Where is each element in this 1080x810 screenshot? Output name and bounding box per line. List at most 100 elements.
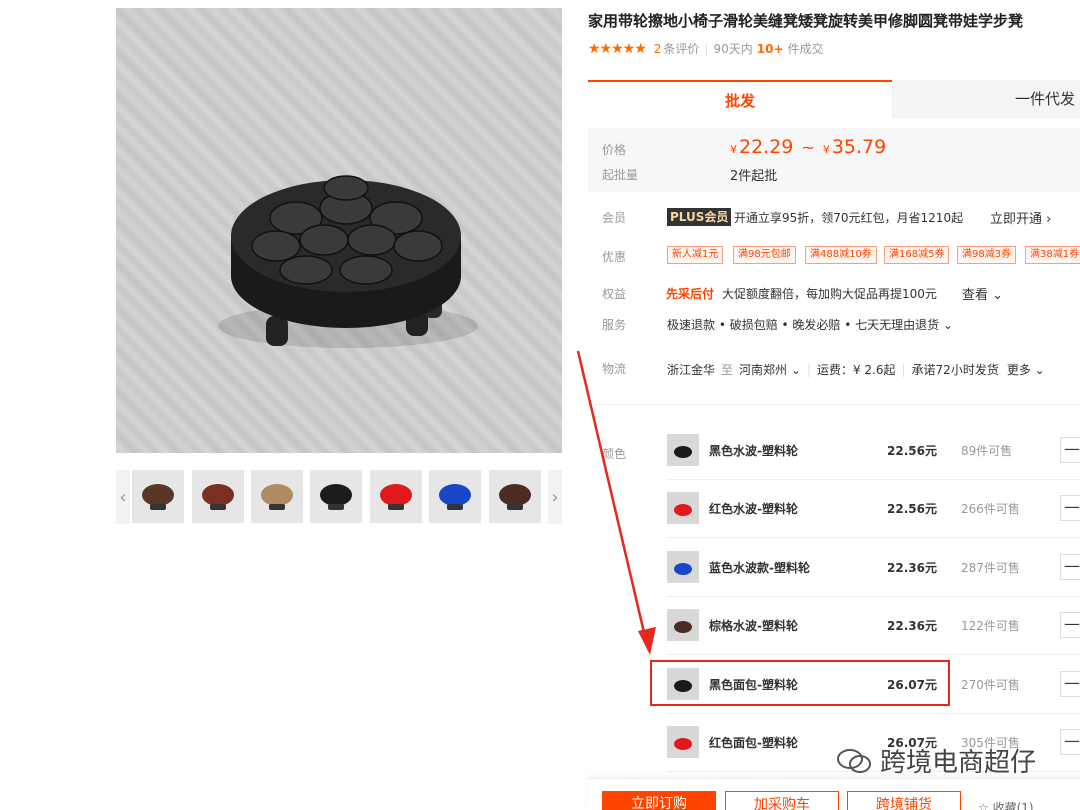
- sku-name: 棕格水波-塑料轮: [709, 619, 798, 633]
- shipping-fee: 运费：¥ 2.6起: [816, 363, 896, 377]
- coupon-tag[interactable]: 新人减1元: [667, 246, 724, 264]
- sales-suffix: 件成交: [787, 42, 824, 56]
- watermark-text: 跨境电商超仔: [880, 748, 1037, 778]
- add-to-cart-button[interactable]: 加采购车: [725, 791, 839, 810]
- coupon-tag[interactable]: 满488减10券: [805, 246, 877, 264]
- thumbnail-3[interactable]: [251, 470, 303, 523]
- currency-symbol: ¥: [730, 143, 737, 156]
- sku-stock: 122件可售: [961, 619, 1020, 633]
- sku-row: 蓝色水波款-塑料轮 22.36元 287件可售 —: [667, 539, 1080, 597]
- sku-stock: 266件可售: [961, 502, 1020, 516]
- thumbnail-7[interactable]: [489, 470, 541, 523]
- order-now-button[interactable]: 立即订购: [602, 791, 716, 810]
- ship-from: 浙江金华: [667, 363, 716, 377]
- sku-row: 棕格水波-塑料轮 22.36元 122件可售 —: [667, 597, 1080, 655]
- cross-border-listing-button[interactable]: 跨境铺货: [847, 791, 961, 810]
- price-low: 22.29: [739, 136, 794, 158]
- thumbnail-4[interactable]: [310, 470, 362, 523]
- sales-count: 10+: [756, 41, 784, 56]
- sales-prefix: 90天内: [713, 42, 753, 56]
- sku-thumbnail[interactable]: [667, 434, 699, 466]
- quantity-minus-button[interactable]: —: [1060, 671, 1080, 697]
- member-open-link[interactable]: 立即开通 ›: [990, 208, 1051, 227]
- sku-name: 黑色水波-塑料轮: [709, 444, 798, 458]
- sku-price: 22.56元: [887, 502, 937, 516]
- rights-text: 大促额度翻倍，每加购大促品再提100元: [722, 287, 937, 301]
- moq-label: 起批量: [602, 168, 639, 182]
- annotation-arrow-icon: [576, 350, 656, 655]
- sku-name: 红色面包-塑料轮: [709, 736, 798, 750]
- review-count[interactable]: 2: [654, 42, 662, 56]
- purchase-tabs: 批发 一件代发: [588, 80, 1080, 118]
- sku-name: 蓝色水波款-塑料轮: [709, 561, 810, 575]
- logistics-more[interactable]: 更多 ⌄: [1007, 363, 1045, 377]
- wechat-icon: [837, 748, 871, 773]
- favorite-button[interactable]: ☆ 收藏(1): [978, 799, 1034, 810]
- tab-dropship-label: 一件代发: [1015, 90, 1076, 108]
- annotation-highlight-box: [650, 660, 950, 706]
- sku-thumbnail[interactable]: [667, 609, 699, 641]
- rating-row: ★★★★★ 2 条评价 | 90天内 10+ 件成交: [588, 40, 824, 57]
- sku-thumbnail[interactable]: [667, 551, 699, 583]
- thumbnail-1[interactable]: [132, 470, 184, 523]
- coupon-tag[interactable]: 满168减5券: [884, 246, 950, 264]
- stool-illustration: [218, 175, 478, 348]
- watermark: 跨境电商超仔: [836, 742, 1036, 779]
- divider: |: [704, 41, 709, 56]
- ship-promise: 承诺72小时发货: [911, 363, 999, 377]
- sku-stock: 287件可售: [961, 561, 1020, 575]
- coupon-tag[interactable]: 满98元包邮: [733, 246, 796, 264]
- quantity-minus-button[interactable]: —: [1060, 729, 1080, 755]
- thumbnail-2[interactable]: [192, 470, 244, 523]
- product-main-image: [116, 8, 562, 453]
- plus-member-badge: PLUS会员: [667, 208, 732, 226]
- divider: |: [806, 363, 811, 377]
- action-bar: 立即订购 加采购车 跨境铺货 ☆ 收藏(1): [588, 778, 1080, 810]
- sku-thumbnail[interactable]: [667, 492, 699, 524]
- thumbnail-5[interactable]: [370, 470, 422, 523]
- currency-symbol: ¥: [822, 143, 830, 156]
- quantity-minus-button[interactable]: —: [1060, 495, 1080, 521]
- moq-value: 2件起批: [730, 169, 778, 184]
- sku-row: 红色水波-塑料轮 22.56元 266件可售 —: [667, 480, 1080, 538]
- product-title: 家用带轮擦地小椅子滑轮美缝凳矮凳旋转美甲修脚圆凳带娃学步凳: [588, 12, 1024, 30]
- shipping-row: 浙江金华至河南郑州 ⌄ | 运费：¥ 2.6起 | 承诺72小时发货 更多 ⌄: [667, 361, 1045, 378]
- thumbnail-strip: ‹ ›: [116, 470, 562, 524]
- quantity-minus-button[interactable]: —: [1060, 612, 1080, 638]
- sku-thumbnail[interactable]: [667, 726, 699, 758]
- member-offer-text: 开通立享95折，领70元红包，月省1210起: [734, 211, 964, 225]
- sku-stock: 270件可售: [961, 678, 1020, 692]
- rights-view-link[interactable]: 查看 ⌄: [962, 284, 1003, 303]
- coupon-list: 新人减1元 满98元包邮 满488减10券 满168减5券 满98减3券 满38…: [667, 246, 1080, 264]
- sku-price: 22.36元: [887, 561, 937, 575]
- price-tilde: ~: [801, 138, 815, 157]
- discount-label: 优惠: [602, 250, 627, 264]
- sku-price: 22.36元: [887, 619, 937, 633]
- section-divider: [588, 404, 1080, 405]
- tab-dropship[interactable]: 一件代发: [892, 80, 1080, 118]
- thumbnail-next-arrow[interactable]: ›: [548, 470, 562, 524]
- rating-stars-icon: ★★★★★: [588, 40, 647, 57]
- sku-name: 红色水波-塑料轮: [709, 502, 798, 516]
- thumbnail-prev-arrow[interactable]: ‹: [116, 470, 130, 524]
- review-label[interactable]: 条评价: [663, 40, 699, 57]
- price-panel: 价格 ¥22.29 ~ ¥35.79 起批量 2件起批: [588, 128, 1080, 192]
- ship-to-select[interactable]: 河南郑州 ⌄: [739, 363, 801, 377]
- price-label: 价格: [602, 143, 627, 157]
- sku-row: 黑色水波-塑料轮 22.56元 89件可售 —: [667, 422, 1080, 480]
- coupon-tag[interactable]: 满98减3券: [957, 246, 1017, 264]
- member-label: 会员: [602, 211, 627, 225]
- pay-later-highlight: 先采后付: [666, 287, 715, 301]
- tab-wholesale[interactable]: 批发: [588, 80, 892, 118]
- ship-to-word: 至: [721, 363, 734, 377]
- service-guarantees[interactable]: 极速退款 • 破损包赔 • 晚发必赔 • 七天无理由退货 ⌄: [667, 316, 953, 333]
- quantity-minus-button[interactable]: —: [1060, 554, 1080, 580]
- price-high: 35.79: [831, 136, 887, 158]
- coupon-tag[interactable]: 满38减1券: [1025, 246, 1080, 264]
- rights-label: 权益: [602, 287, 627, 301]
- thumbnail-6[interactable]: [429, 470, 481, 523]
- sku-stock: 89件可售: [961, 444, 1013, 458]
- service-label: 服务: [602, 318, 627, 332]
- sku-price: 22.56元: [887, 444, 937, 458]
- quantity-minus-button[interactable]: —: [1060, 437, 1080, 463]
